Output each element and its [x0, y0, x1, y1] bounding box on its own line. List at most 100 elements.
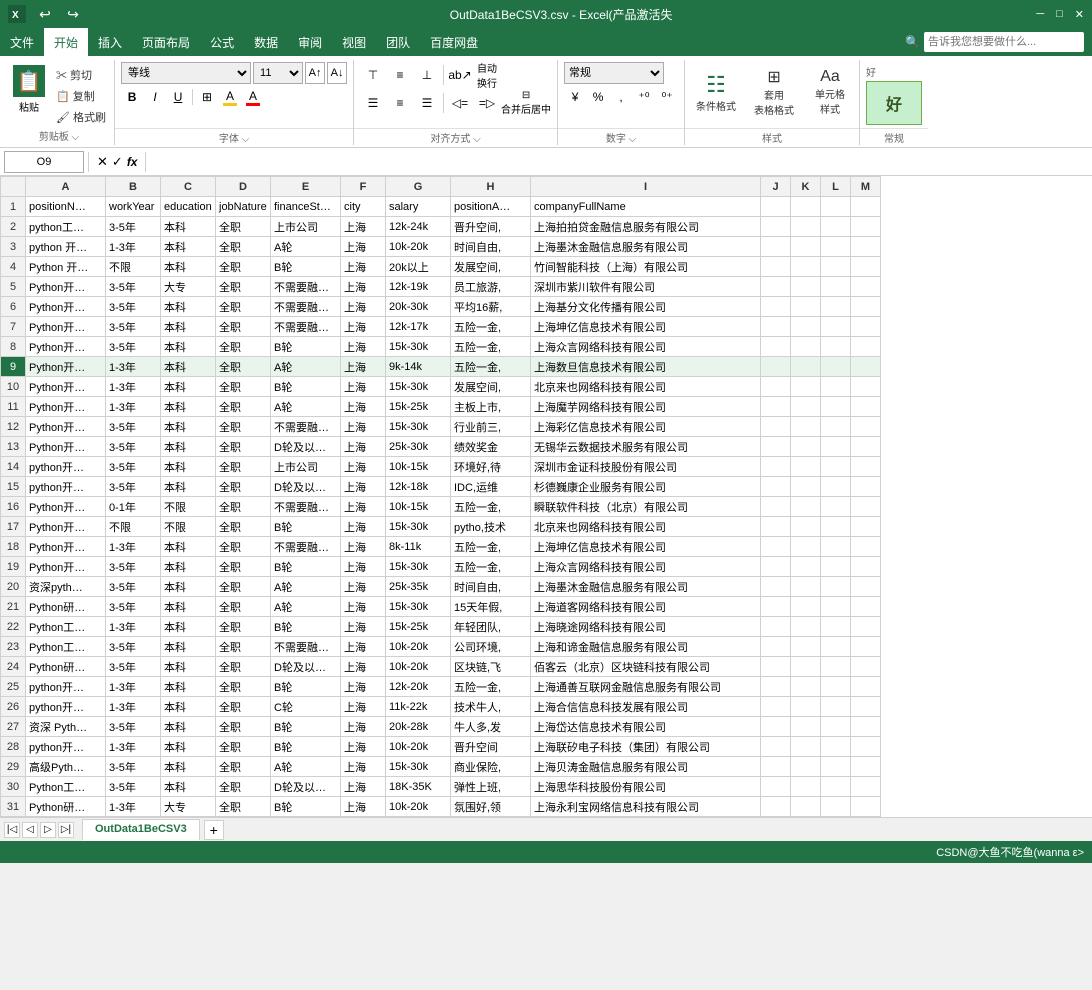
cell-r17-c5[interactable]: 上海: [341, 517, 386, 537]
cell-r16-c2[interactable]: 不限: [161, 497, 216, 517]
table-row[interactable]: 26python开…1-3年本科全职C轮上海11k-22k技术牛人,上海合信信息…: [1, 697, 881, 717]
cell-r20-c0[interactable]: 资深pyth…: [26, 577, 106, 597]
cell-r19-c1[interactable]: 3-5年: [106, 557, 161, 577]
cell-r11-c4[interactable]: A轮: [271, 397, 341, 417]
row-header-20[interactable]: 20: [1, 577, 26, 597]
cell-r12-c12[interactable]: [851, 417, 881, 437]
cell-r9-c2[interactable]: 本科: [161, 357, 216, 377]
table-row[interactable]: 30Python工…3-5年本科全职D轮及以…上海18K-35K弹性上班,上海思…: [1, 777, 881, 797]
cell-r16-c0[interactable]: Python开…: [26, 497, 106, 517]
table-row[interactable]: 19Python开…3-5年本科全职B轮上海15k-30k五险一金,上海众言网络…: [1, 557, 881, 577]
cell-r8-c0[interactable]: Python开…: [26, 337, 106, 357]
sheet-tab-outdata[interactable]: OutData1BeCSV3: [82, 819, 200, 841]
cell-r18-c7[interactable]: 五险一金,: [451, 537, 531, 557]
cell-r14-c6[interactable]: 10k-15k: [386, 457, 451, 477]
cell-r24-c11[interactable]: [821, 657, 851, 677]
cell-r2-c3[interactable]: 全职: [216, 217, 271, 237]
row-header-3[interactable]: 3: [1, 237, 26, 257]
col-header-e[interactable]: E: [271, 177, 341, 197]
cell-r31-c0[interactable]: Python研…: [26, 797, 106, 817]
cell-r15-c6[interactable]: 12k-18k: [386, 477, 451, 497]
cell-r21-c10[interactable]: [791, 597, 821, 617]
cell-r6-c0[interactable]: Python开…: [26, 297, 106, 317]
cell-r15-c1[interactable]: 3-5年: [106, 477, 161, 497]
increase-decimal-button[interactable]: ⁰⁺: [656, 86, 678, 108]
cell-r5-c3[interactable]: 全职: [216, 277, 271, 297]
cell-r15-c8[interactable]: 杉德巍康企业服务有限公司: [531, 477, 761, 497]
cell-r1-c0[interactable]: positionN…: [26, 197, 106, 217]
cell-r1-c12[interactable]: [851, 197, 881, 217]
cell-r24-c1[interactable]: 3-5年: [106, 657, 161, 677]
cell-r29-c5[interactable]: 上海: [341, 757, 386, 777]
cell-r1-c8[interactable]: companyFullName: [531, 197, 761, 217]
menu-team[interactable]: 团队: [376, 28, 420, 56]
cell-r3-c4[interactable]: A轮: [271, 237, 341, 257]
cell-r11-c5[interactable]: 上海: [341, 397, 386, 417]
cell-r25-c2[interactable]: 本科: [161, 677, 216, 697]
cell-r2-c8[interactable]: 上海拍拍贷金融信息服务有限公司: [531, 217, 761, 237]
cell-r12-c9[interactable]: [761, 417, 791, 437]
font-size-select[interactable]: 11: [253, 62, 303, 84]
row-header-23[interactable]: 23: [1, 637, 26, 657]
cell-r31-c6[interactable]: 10k-20k: [386, 797, 451, 817]
table-row[interactable]: 13Python开…3-5年本科全职D轮及以…上海25k-30k绩效奖金无锡华云…: [1, 437, 881, 457]
table-row[interactable]: 2python工…3-5年本科全职上市公司上海12k-24k晋升空间,上海拍拍贷…: [1, 217, 881, 237]
col-header-l[interactable]: L: [821, 177, 851, 197]
menu-review[interactable]: 审阅: [288, 28, 332, 56]
cell-r3-c7[interactable]: 时间自由,: [451, 237, 531, 257]
cell-r5-c4[interactable]: 不需要融…: [271, 277, 341, 297]
cell-r2-c1[interactable]: 3-5年: [106, 217, 161, 237]
cell-r1-c4[interactable]: financeSt…: [271, 197, 341, 217]
cell-r31-c4[interactable]: B轮: [271, 797, 341, 817]
cell-r20-c2[interactable]: 本科: [161, 577, 216, 597]
cell-r4-c0[interactable]: Python 开…: [26, 257, 106, 277]
cell-r1-c3[interactable]: jobNature: [216, 197, 271, 217]
cell-r18-c4[interactable]: 不需要融…: [271, 537, 341, 557]
cell-r26-c3[interactable]: 全职: [216, 697, 271, 717]
cell-r26-c8[interactable]: 上海合信信息科技发展有限公司: [531, 697, 761, 717]
cell-r23-c9[interactable]: [761, 637, 791, 657]
row-header-6[interactable]: 6: [1, 297, 26, 317]
cell-r31-c10[interactable]: [791, 797, 821, 817]
cell-r18-c0[interactable]: Python开…: [26, 537, 106, 557]
cell-r12-c11[interactable]: [821, 417, 851, 437]
cell-r26-c4[interactable]: C轮: [271, 697, 341, 717]
cell-r20-c7[interactable]: 时间自由,: [451, 577, 531, 597]
cell-r9-c8[interactable]: 上海数旦信息技术有限公司: [531, 357, 761, 377]
cell-r5-c12[interactable]: [851, 277, 881, 297]
paste-button[interactable]: 📋 粘贴: [8, 62, 50, 129]
cell-r21-c9[interactable]: [761, 597, 791, 617]
cell-r26-c1[interactable]: 1-3年: [106, 697, 161, 717]
row-header-18[interactable]: 18: [1, 537, 26, 557]
cell-r5-c1[interactable]: 3-5年: [106, 277, 161, 297]
cell-r22-c11[interactable]: [821, 617, 851, 637]
cell-r23-c6[interactable]: 10k-20k: [386, 637, 451, 657]
menu-page-layout[interactable]: 页面布局: [132, 28, 200, 56]
cell-r17-c0[interactable]: Python开…: [26, 517, 106, 537]
cell-r27-c5[interactable]: 上海: [341, 717, 386, 737]
cell-r8-c1[interactable]: 3-5年: [106, 337, 161, 357]
font-name-select[interactable]: 等线: [121, 62, 251, 84]
cell-r15-c2[interactable]: 本科: [161, 477, 216, 497]
cell-r7-c1[interactable]: 3-5年: [106, 317, 161, 337]
cell-r3-c2[interactable]: 本科: [161, 237, 216, 257]
decrease-font-size-button[interactable]: A↓: [327, 62, 347, 84]
row-header-13[interactable]: 13: [1, 437, 26, 457]
cell-r13-c11[interactable]: [821, 437, 851, 457]
row-header-24[interactable]: 24: [1, 657, 26, 677]
cell-r14-c7[interactable]: 环境好,待: [451, 457, 531, 477]
cell-r10-c9[interactable]: [761, 377, 791, 397]
menu-home[interactable]: 开始: [44, 28, 88, 56]
italic-button[interactable]: I: [144, 86, 166, 108]
cell-r15-c10[interactable]: [791, 477, 821, 497]
cell-r21-c4[interactable]: A轮: [271, 597, 341, 617]
cell-r20-c9[interactable]: [761, 577, 791, 597]
row-header-27[interactable]: 27: [1, 717, 26, 737]
cell-r26-c2[interactable]: 本科: [161, 697, 216, 717]
cancel-formula-icon[interactable]: ✕: [97, 154, 108, 170]
next-sheet-button[interactable]: ▷: [40, 822, 56, 838]
cell-r27-c9[interactable]: [761, 717, 791, 737]
cell-r3-c3[interactable]: 全职: [216, 237, 271, 257]
cell-r13-c3[interactable]: 全职: [216, 437, 271, 457]
table-row[interactable]: 20资深pyth…3-5年本科全职A轮上海25k-35k时间自由,上海墨沐金融信…: [1, 577, 881, 597]
